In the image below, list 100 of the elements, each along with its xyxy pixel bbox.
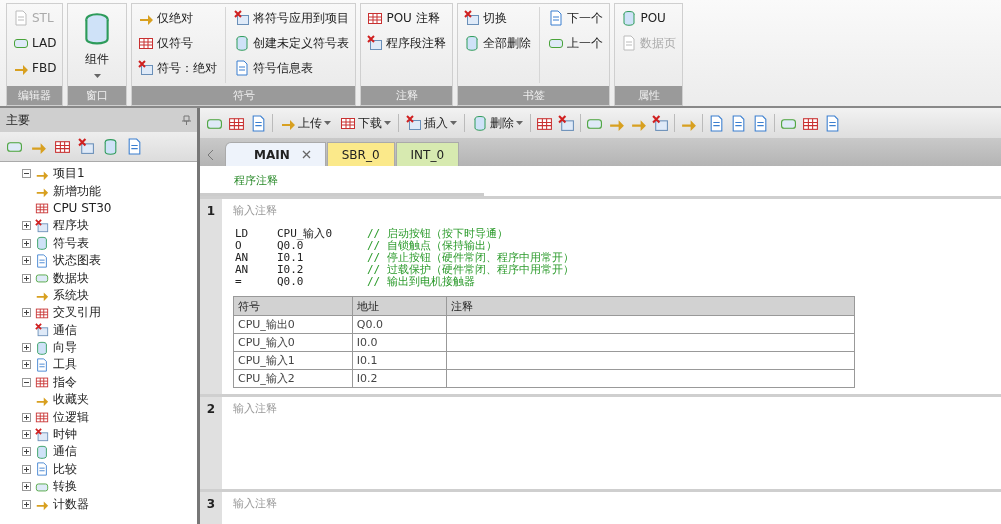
column-header: 地址 [352,296,447,316]
expand-toggle[interactable] [22,256,31,266]
code-instruction: O [235,240,243,252]
toolbar-button[interactable]: 下载 [338,114,393,132]
expand-toggle[interactable] [22,464,31,474]
tree-item[interactable]: 通信 [53,321,77,339]
cylinder-icon [621,10,638,26]
caret-icon [450,121,457,125]
panel-tool-button[interactable] [78,138,95,155]
expand-toggle[interactable] [22,482,31,492]
table-cell: I0.2 [352,369,447,388]
expand-toggle[interactable] [22,221,31,231]
group-label: 窗口 [68,86,127,105]
toolbar-button[interactable]: 删除 [470,114,525,132]
tree-item[interactable]: 时钟 [53,426,77,444]
program-comment[interactable]: 程序注释 [200,166,484,196]
panel-tool-button[interactable] [102,138,119,155]
tree-item[interactable]: 指令 [53,373,77,391]
code-instruction: = [235,276,243,288]
code-comment: // 自锁触点（保持输出） [367,240,498,252]
expand-toggle[interactable] [22,273,31,283]
tree-item[interactable]: 符号表 [53,234,89,252]
tree-item[interactable]: CPU ST30 [53,201,112,216]
document-icon [234,60,251,76]
cross-icon [35,218,49,233]
code-comment: // 启动按钮（按下时导通） [367,228,509,240]
expand-toggle[interactable] [22,447,31,457]
toolbar-button[interactable] [730,114,747,132]
tree-item[interactable]: 向导 [53,339,77,357]
tree-item[interactable]: 通信 [53,443,77,461]
tree-item[interactable]: 新增功能 [53,182,101,200]
tree-item[interactable]: 数据块 [53,269,89,287]
expand-toggle[interactable] [22,360,31,370]
cross-icon [35,427,49,442]
toolbar-button[interactable] [708,114,725,132]
ribbon-button[interactable]: 程序段注释 [365,32,449,54]
ribbon-button[interactable]: 切换 [462,7,534,29]
code-operand: Q0.0 [277,240,304,252]
grid-icon [35,375,49,390]
tree-item[interactable]: 计数器 [53,495,89,513]
table-cell: CPU_输入0 [233,333,353,352]
toolbar-button[interactable]: 上传 [278,114,333,132]
tree-item[interactable]: 位逻辑 [53,408,89,426]
expand-toggle[interactable] [22,430,31,440]
code-instruction: AN [235,252,250,264]
tree-item[interactable]: 系统块 [53,286,89,304]
toolbar-button[interactable]: 插入 [404,114,459,132]
tree-item[interactable]: 状态图表 [53,252,101,270]
network-number: 2 [200,397,222,489]
column-header: 符号 [233,296,353,316]
expand-toggle[interactable] [22,412,31,422]
collapse-toggle[interactable] [22,377,31,387]
grid-icon [35,410,49,425]
cross-icon [652,114,669,132]
pin-icon[interactable] [182,115,191,125]
tree-item[interactable]: 交叉引用 [53,304,101,322]
panel-tool-button[interactable] [54,138,71,155]
editor-tab[interactable]: INT_0 [395,142,460,166]
ribbon-button[interactable]: FBD [11,57,59,79]
table-cell: Q0.0 [352,315,447,334]
editor-tab[interactable]: MAIN [225,142,326,166]
cylinder-icon [472,115,488,131]
tree-item[interactable]: 比较 [53,460,77,478]
tree-item[interactable]: 程序块 [53,217,89,235]
column-header: 注释 [446,296,855,316]
tree-item[interactable]: 工具 [53,356,77,374]
tree-item[interactable]: 项目1 [53,165,85,183]
ribbon-button[interactable]: 符号信息表 [232,57,352,79]
expand-toggle[interactable] [22,238,31,248]
document-icon [126,138,143,155]
ribbon-button[interactable]: 仅符号 [136,32,220,54]
ribbon-button[interactable]: 仅绝对 [136,7,220,29]
ribbon-button[interactable]: 创建未定义符号表 [232,32,352,54]
ribbon-button[interactable]: LAD [11,32,59,54]
toolbar-button[interactable] [250,114,267,132]
collapse-toggle[interactable] [22,169,31,179]
tree-item[interactable]: 收藏夹 [53,391,89,409]
ribbon-button[interactable]: 下一个 [546,7,606,29]
ribbon-button[interactable]: 将符号应用到项目 [232,7,352,29]
editor-tab[interactable]: SBR_0 [326,142,395,166]
ribbon-button[interactable]: POU [619,7,679,29]
ribbon-button[interactable]: 组件 [72,7,123,83]
document-icon [730,114,747,132]
toolbar-button[interactable] [652,114,669,132]
ribbon-button[interactable]: 全部删除 [462,32,534,54]
toolbar-button[interactable] [752,114,769,132]
ribbon-button[interactable]: 上一个 [546,32,606,54]
tree-item[interactable]: 转换 [53,478,77,496]
expand-toggle[interactable] [22,308,31,318]
document-icon [35,253,49,268]
expand-toggle[interactable] [22,499,31,509]
toolbar-button[interactable] [824,114,841,132]
toolbar-button[interactable] [558,114,575,132]
document-icon [752,114,769,132]
close-icon[interactable] [301,150,311,159]
expand-toggle[interactable] [22,343,31,353]
panel-tool-button[interactable] [126,138,143,155]
document-icon [35,462,49,477]
ribbon-button[interactable]: 符号：绝对 [136,57,220,79]
ribbon-button[interactable]: POU 注释 [365,7,449,29]
